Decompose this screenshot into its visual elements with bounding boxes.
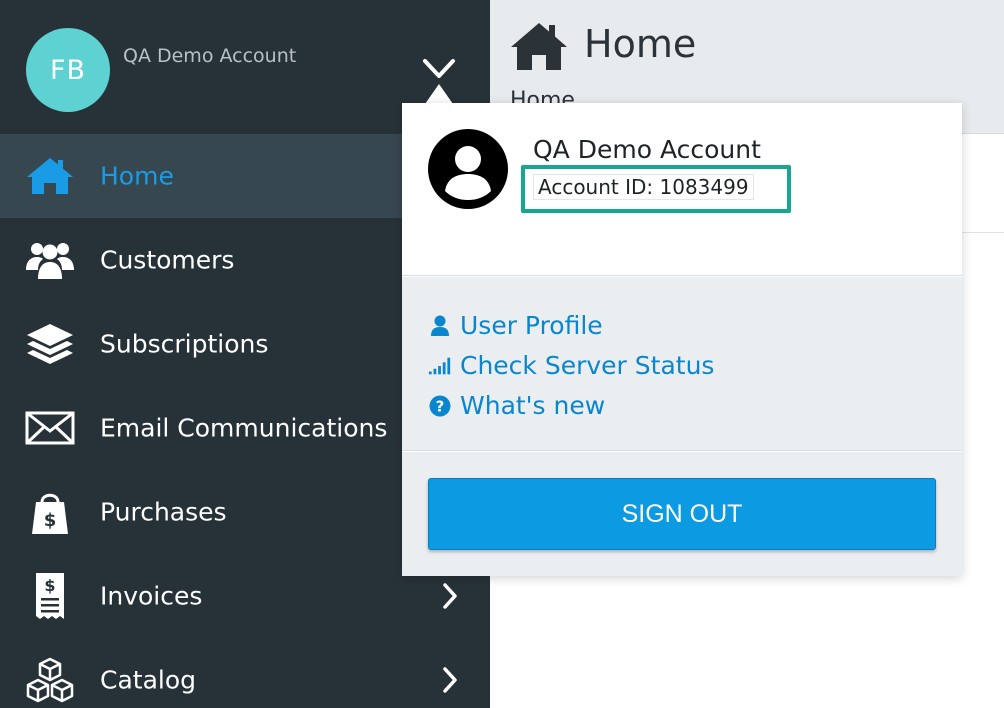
envelope-icon — [24, 406, 76, 450]
sidebar-item-label: Purchases — [100, 497, 227, 527]
svg-text:?: ? — [436, 397, 445, 415]
chevron-right-icon[interactable] — [440, 665, 460, 695]
sidebar-item-label: Email Communications — [100, 413, 388, 443]
avatar[interactable]: FB — [26, 28, 110, 112]
svg-text:$: $ — [44, 510, 57, 531]
layers-icon — [24, 322, 76, 366]
chevron-right-icon[interactable] — [440, 581, 460, 611]
question-circle-icon: ? — [428, 394, 452, 418]
sidebar-item-label: Home — [100, 161, 174, 191]
check-server-status-label: Check Server Status — [460, 351, 715, 380]
account-name: QA Demo Account — [533, 135, 761, 164]
cubes-icon — [24, 657, 76, 703]
page-title: Home — [584, 22, 697, 66]
signout-section: SIGN OUT — [402, 452, 962, 576]
user-circle-icon — [428, 129, 508, 209]
user-profile-label: User Profile — [460, 311, 603, 340]
sidebar-item-label: Subscriptions — [100, 329, 269, 359]
check-server-status-link[interactable]: Check Server Status — [428, 351, 714, 380]
users-icon — [24, 238, 76, 282]
popover-arrow — [425, 84, 453, 104]
account-name: QA Demo Account — [123, 45, 297, 67]
chevron-down-icon[interactable] — [421, 55, 457, 83]
whats-new-label: What's new — [460, 391, 606, 420]
sidebar-item-catalog[interactable]: Catalog — [0, 638, 490, 708]
account-links: User Profile Check Server Status ? What'… — [402, 277, 962, 451]
user-icon — [428, 314, 452, 338]
account-summary: QA Demo Account Account ID: 1083499 — [402, 103, 962, 276]
svg-text:$: $ — [44, 576, 55, 595]
user-profile-link[interactable]: User Profile — [428, 311, 603, 340]
account-id-highlight: Account ID: 1083499 — [521, 165, 791, 213]
sidebar-item-label: Customers — [100, 245, 235, 275]
account-id: Account ID: 1083499 — [534, 175, 753, 199]
whats-new-link[interactable]: ? What's new — [428, 391, 605, 420]
home-icon — [511, 23, 567, 70]
content-divider — [962, 232, 1004, 233]
home-icon — [24, 154, 76, 198]
shopping-bag-icon: $ — [24, 490, 76, 534]
receipt-icon: $ — [24, 573, 76, 619]
signal-icon — [428, 354, 452, 378]
sidebar-item-label: Catalog — [100, 665, 197, 695]
account-dropdown: QA Demo Account Account ID: 1083499 User… — [402, 103, 962, 576]
sign-out-button[interactable]: SIGN OUT — [428, 478, 936, 550]
sidebar-item-label: Invoices — [100, 581, 203, 611]
